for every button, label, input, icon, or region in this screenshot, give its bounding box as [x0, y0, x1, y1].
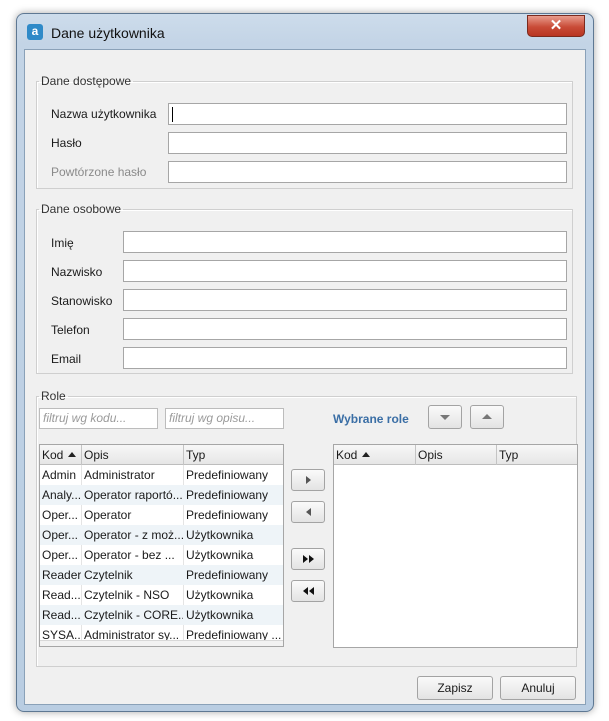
cell-code: Reader: [42, 568, 81, 582]
filter-code-input[interactable]: filtruj wg kodu...: [39, 408, 158, 429]
filter-description-input[interactable]: filtruj wg opisu...: [165, 408, 284, 429]
first-name-field[interactable]: [123, 231, 567, 253]
personal-data-legend: Dane osobowe: [41, 202, 122, 216]
available-roles-header: Kod Opis Typ: [40, 445, 283, 465]
close-button[interactable]: ✕: [527, 15, 585, 37]
selected-roles-label: Wybrane role: [333, 412, 409, 426]
horizontal-scrollbar[interactable]: [40, 640, 283, 646]
chevron-down-icon: [440, 415, 450, 420]
close-icon: ✕: [549, 17, 563, 34]
cell-type: Użytkownika: [186, 608, 254, 622]
username-field[interactable]: [168, 103, 567, 125]
app-icon: a: [27, 24, 43, 40]
available-roles-table: Kod Opis Typ Admin Administrator Predefini…: [39, 444, 284, 647]
table-row[interactable]: Oper... Operator Predefiniowany: [40, 505, 283, 525]
cell-code: Analy...: [42, 488, 81, 502]
table-row[interactable]: Oper... Operator - z moż... Użytkownika: [40, 525, 283, 545]
phone-label: Telefon: [51, 323, 90, 337]
column-header-code[interactable]: Kod: [40, 445, 82, 465]
remove-selected-button[interactable]: [291, 501, 325, 523]
table-row[interactable]: Read... Czytelnik - CORE... Użytkownika: [40, 605, 283, 625]
table-row[interactable]: Read... Czytelnik - NSO Użytkownika: [40, 585, 283, 605]
cell-code: Oper...: [42, 548, 79, 562]
first-name-label: Imię: [51, 236, 74, 250]
sort-ascending-icon: [68, 452, 77, 457]
table-row[interactable]: Admin Administrator Predefiniowany: [40, 465, 283, 485]
cell-description: Administrator: [84, 468, 155, 482]
access-data-legend: Dane dostępowe: [41, 74, 132, 88]
cell-type: Użytkownika: [186, 528, 254, 542]
phone-field[interactable]: [123, 318, 567, 340]
cell-description: Operator - bez ...: [84, 548, 175, 562]
cell-code: Oper...: [42, 528, 79, 542]
cell-type: Użytkownika: [186, 548, 254, 562]
cell-description: Operator - z moż...: [84, 528, 183, 542]
cell-type: Predefiniowany: [186, 568, 269, 582]
table-row[interactable]: Analy... Operator raportó... Predefiniowan…: [40, 485, 283, 505]
table-row[interactable]: Reader Czytelnik Predefiniowany: [40, 565, 283, 585]
cell-description: Czytelnik - NSO: [84, 588, 170, 602]
table-row[interactable]: Oper... Operator - bez ... Użytkownika: [40, 545, 283, 565]
column-header-type[interactable]: Typ: [497, 445, 577, 465]
selected-roles-header: Kod Opis Typ: [334, 445, 577, 465]
username-label: Nazwa użytkownika: [51, 107, 157, 121]
column-header-description[interactable]: Opis: [416, 445, 497, 465]
remove-all-button[interactable]: [291, 580, 325, 602]
text-caret: [172, 107, 173, 122]
column-header-code[interactable]: Kod: [334, 445, 416, 465]
cell-type: Predefiniowany: [186, 508, 269, 522]
position-label: Stanowisko: [51, 294, 113, 308]
title-bar[interactable]: a Dane użytkownika ✕: [17, 14, 593, 50]
cell-code: Read...: [42, 608, 81, 622]
move-up-button[interactable]: [470, 405, 504, 429]
move-down-button[interactable]: [428, 405, 462, 429]
last-name-field[interactable]: [123, 260, 567, 282]
column-header-description[interactable]: Opis: [82, 445, 184, 465]
cell-description: Czytelnik: [84, 568, 133, 582]
selected-roles-table: Kod Opis Typ: [333, 444, 578, 648]
last-name-label: Nazwisko: [51, 265, 103, 279]
arrow-right-icon: [305, 476, 311, 484]
dialog-body: Dane dostępowe Nazwa użytkownika Hasło P…: [24, 49, 586, 705]
password-repeat-label: Powtórzone hasło: [51, 165, 147, 179]
password-label: Hasło: [51, 136, 82, 150]
cell-description: Operator raportó...: [84, 488, 183, 502]
position-field[interactable]: [123, 289, 567, 311]
save-button[interactable]: Zapisz: [417, 676, 493, 700]
roles-legend: Role: [41, 389, 66, 403]
cancel-button[interactable]: Anuluj: [500, 676, 576, 700]
dialog-window: a Dane użytkownika ✕ Dane dostępowe Nazw…: [16, 13, 594, 712]
chevron-up-icon: [482, 414, 492, 419]
cell-description: Operator: [84, 508, 132, 522]
cell-code: Oper...: [42, 508, 79, 522]
cell-description: Czytelnik - CORE...: [84, 608, 183, 622]
cell-code: Read...: [42, 588, 81, 602]
add-selected-button[interactable]: [291, 469, 325, 491]
cell-type: Predefiniowany: [186, 488, 269, 502]
arrow-left-icon: [305, 508, 311, 516]
email-field[interactable]: [123, 347, 567, 369]
cell-type: Użytkownika: [186, 588, 254, 602]
add-all-button[interactable]: [291, 548, 325, 570]
window-title: Dane użytkownika: [51, 25, 165, 41]
email-label: Email: [51, 352, 82, 366]
password-repeat-field[interactable]: [168, 161, 567, 183]
cell-code: Admin: [42, 468, 77, 482]
sort-ascending-icon: [362, 452, 371, 457]
cell-type: Predefiniowany: [186, 468, 269, 482]
double-arrow-right-icon: [302, 552, 314, 566]
double-arrow-left-icon: [302, 584, 314, 598]
password-field[interactable]: [168, 132, 567, 154]
column-header-type[interactable]: Typ: [184, 445, 283, 465]
